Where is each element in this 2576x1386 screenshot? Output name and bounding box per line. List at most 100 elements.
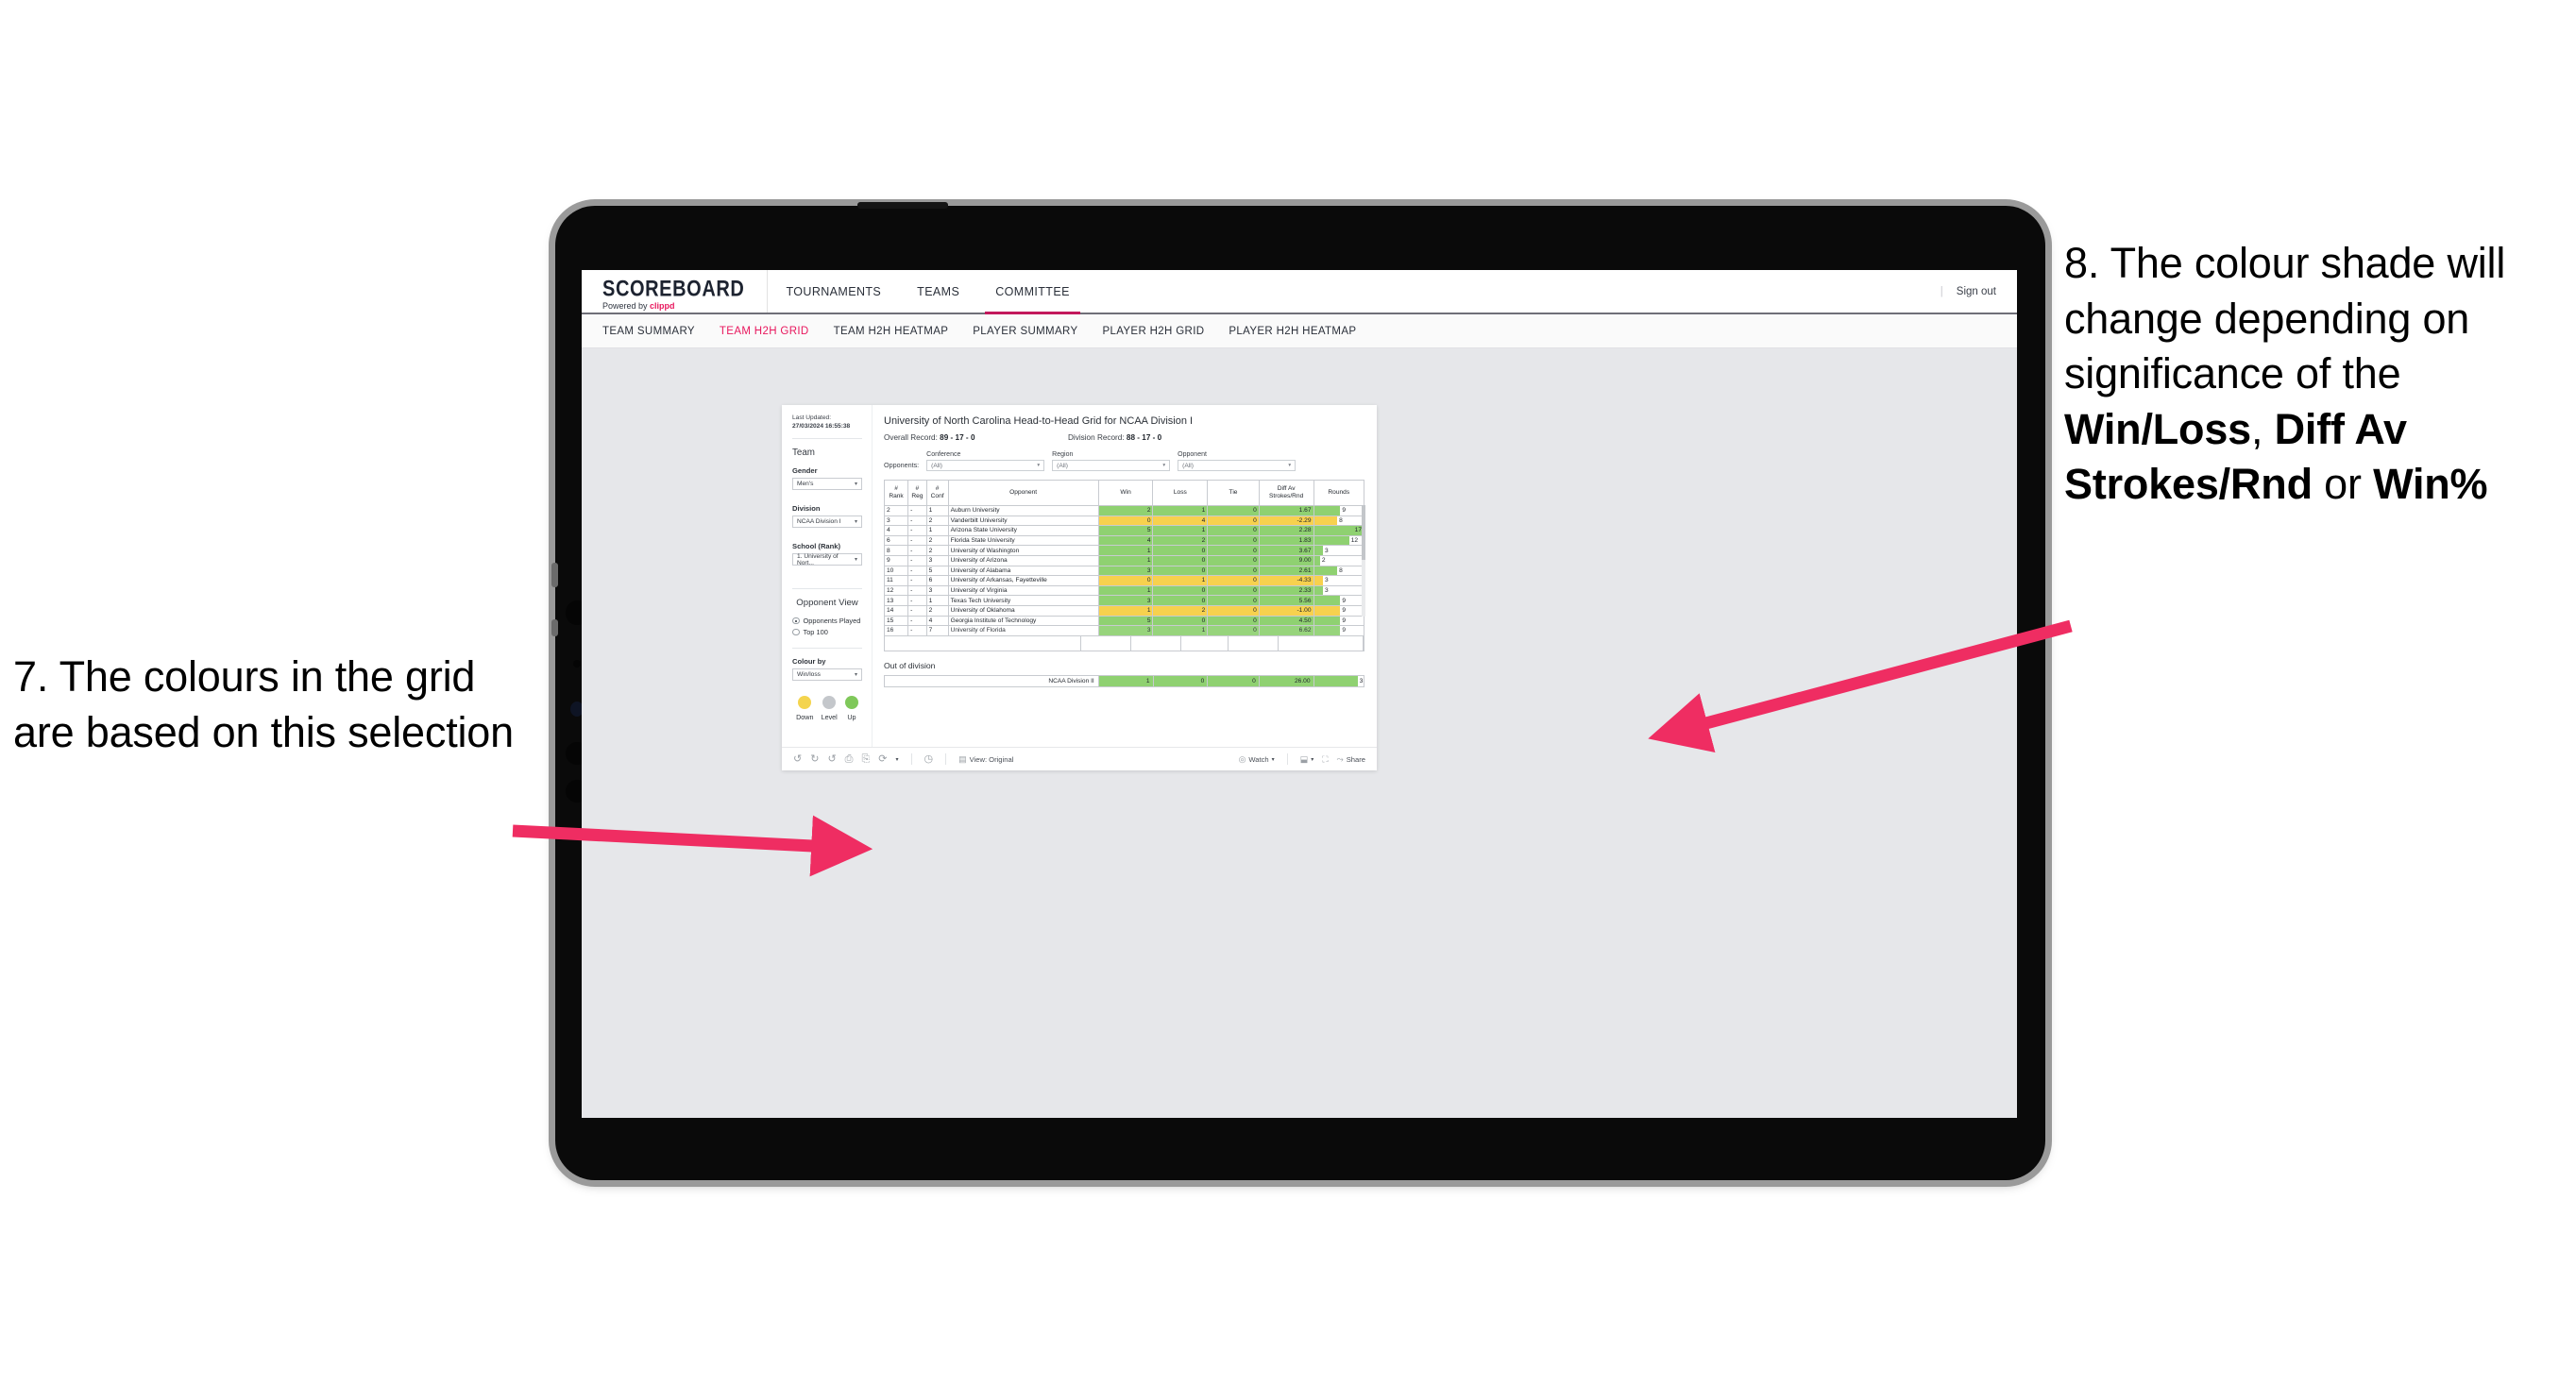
undo-icon[interactable]: ↺ <box>793 753 802 765</box>
table-row[interactable]: 10-5 University of Alabama 3 0 0 2.61 8 <box>883 565 1365 577</box>
col-win[interactable]: Win <box>1097 480 1154 506</box>
subnav-team-h2h-heatmap[interactable]: TEAM H2H HEATMAP <box>834 326 949 337</box>
table-row[interactable]: 11-6 University of Arkansas, Fayetteville… <box>883 575 1365 586</box>
cell-rank: 10 <box>883 565 909 577</box>
brand-sub-pre: Powered by <box>602 300 651 311</box>
table-row[interactable]: 4-1 Arizona State University 5 1 0 2.28 17 <box>883 525 1365 536</box>
col-loss[interactable]: Loss <box>1152 480 1209 506</box>
annotation-8-part-4: or <box>2312 460 2374 508</box>
table-row[interactable]: 9-3 University of Arizona 1 0 0 9.00 2 <box>883 554 1365 566</box>
gender-select[interactable]: Men's ▾ <box>792 478 862 491</box>
subnav-team-h2h-grid[interactable]: TEAM H2H GRID <box>720 326 809 337</box>
school-label: School (Rank) <box>792 542 841 551</box>
revert-icon[interactable]: ↺ <box>827 753 836 765</box>
col-rank[interactable]: # Rank <box>883 480 909 506</box>
col-rounds[interactable]: Rounds <box>1313 480 1365 506</box>
pause-icon[interactable]: ⎘ <box>861 753 870 765</box>
cell-win: 1 <box>1097 584 1154 597</box>
rounds-bar <box>1314 536 1349 545</box>
cell-conf: 2 <box>925 515 949 527</box>
cell-rank: 6 <box>883 534 909 547</box>
view-icon: ▤ <box>958 753 967 764</box>
watch-button[interactable]: ◎ Watch ▾ <box>1239 754 1275 764</box>
col-tie[interactable]: Tie <box>1207 480 1260 506</box>
viz-body: Last Updated: 27/03/2024 16:55:38 Team G… <box>782 405 1377 747</box>
col-reg-l2: Reg <box>911 493 924 499</box>
colour-by-select[interactable]: Win/loss ▾ <box>792 668 862 682</box>
nav-committee[interactable]: COMMITTEE <box>977 270 1088 314</box>
rounds-bar <box>1314 626 1341 635</box>
filter-opponent-label: Opponent <box>1178 451 1207 458</box>
cell-opponent: Auburn University <box>947 505 1099 516</box>
table-row[interactable]: 12-3 University of Virginia 1 0 0 2.33 3 <box>883 584 1365 597</box>
table-row[interactable]: 2-1 Auburn University 2 1 0 1.67 9 <box>883 505 1365 516</box>
col-diff[interactable]: Diff Av Strokes/Rnd <box>1258 480 1314 506</box>
fullscreen-icon[interactable]: ⛶ <box>1322 754 1328 764</box>
filter-region-select[interactable]: (All) ▾ <box>1052 460 1171 471</box>
table-row[interactable]: 15-4 Georgia Institute of Technology 5 0 0 4.… <box>883 615 1365 627</box>
table-row[interactable]: 6-2 Florida State University 4 2 0 1.83 12 <box>883 534 1365 547</box>
h2h-grid-wrapper: # Rank # Reg # Conf Opponent Win Loss Tie D… <box>883 480 1365 636</box>
cell-tie: 0 <box>1207 545 1260 556</box>
loop-icon[interactable]: ⟳ <box>878 753 887 765</box>
colour-by-label: Colour by <box>792 657 826 667</box>
subnav-player-h2h-heatmap[interactable]: PLAYER H2H HEATMAP <box>1229 326 1356 337</box>
filter-conference-select[interactable]: (All) ▾ <box>926 460 1045 471</box>
subnav-player-summary[interactable]: PLAYER SUMMARY <box>973 326 1077 337</box>
col-opponent[interactable]: Opponent <box>947 480 1099 506</box>
rounds-bar <box>1314 616 1341 625</box>
ood-rounds-bar <box>1313 675 1358 686</box>
tablet-left-notch-2 <box>551 619 558 636</box>
view-original-button[interactable]: ▤ View: Original <box>958 753 1013 764</box>
school-select[interactable]: 1. University of Nort... ▾ <box>792 553 862 566</box>
cell-reg: - <box>907 505 927 516</box>
clock-icon[interactable]: ◷ <box>924 753 934 765</box>
col-conf[interactable]: # Conf <box>925 480 949 506</box>
last-updated-label: Last Updated: <box>792 414 832 421</box>
table-row[interactable]: 8-2 University of Washington 1 0 0 3.67 3 <box>883 545 1365 556</box>
grid-scrollbar-thumb[interactable] <box>1362 505 1365 560</box>
table-row[interactable]: 14-2 University of Oklahoma 1 2 0 -1.00 9 <box>883 604 1365 617</box>
rounds-value: 9 <box>1342 597 1346 604</box>
rounds-bar <box>1314 566 1338 575</box>
nav-tournaments[interactable]: TOURNAMENTS <box>768 270 899 313</box>
share-button[interactable]: ⤳ Share <box>1337 754 1365 764</box>
refresh-icon[interactable]: ⎙ <box>845 753 854 765</box>
rounds-bar <box>1314 586 1323 595</box>
cell-conf: 1 <box>925 525 949 536</box>
cell-loss: 0 <box>1152 545 1209 556</box>
brand-logo[interactable]: SCOREBOARD Powered by clippd <box>582 270 769 313</box>
nav-teams[interactable]: TEAMS <box>899 270 977 313</box>
cell-diff: 1.83 <box>1258 534 1314 547</box>
annotation-8-part-2: , <box>2251 404 2275 453</box>
cell-rounds: 9 <box>1313 615 1365 627</box>
download-icon: ⬓ <box>1299 753 1309 764</box>
chevron-down-icon: ▾ <box>1311 756 1314 763</box>
out-of-division-title: Out of division <box>884 660 936 670</box>
col-reg[interactable]: # Reg <box>907 480 927 506</box>
division-select[interactable]: NCAA Division I ▾ <box>792 516 862 529</box>
radio-top-100[interactable]: Top 100 <box>792 628 862 636</box>
table-row[interactable]: 13-1 Texas Tech University 3 0 0 5.56 9 <box>883 595 1365 606</box>
sign-out-area: | Sign out <box>1940 270 2017 313</box>
chevron-down-icon[interactable]: ▾ <box>896 756 899 763</box>
table-row[interactable]: 3-2 Vanderbilt University 0 4 0 -2.29 8 <box>883 515 1365 527</box>
radio-opponents-played[interactable]: Opponents Played <box>792 617 862 625</box>
viz-canvas: Last Updated: 27/03/2024 16:55:38 Team G… <box>582 348 2017 1116</box>
cell-loss: 1 <box>1152 525 1209 536</box>
sign-out-link[interactable]: Sign out <box>1957 286 1996 297</box>
redo-icon[interactable]: ↻ <box>810 753 819 765</box>
table-row[interactable]: 16-7 University of Florida 3 1 0 6.62 9 <box>883 625 1365 636</box>
subnav-team-summary[interactable]: TEAM SUMMARY <box>602 326 695 337</box>
tablet-device-frame: SCOREBOARD Powered by clippd TOURNAMENTS… <box>551 202 2045 1180</box>
subnav-player-h2h-grid[interactable]: PLAYER H2H GRID <box>1102 326 1204 337</box>
cell-rank: 13 <box>883 595 909 606</box>
app-header: SCOREBOARD Powered by clippd TOURNAMENTS… <box>582 270 2017 314</box>
radio-opponents-played-label: Opponents Played <box>803 617 861 626</box>
ood-tie: 0 <box>1207 674 1260 687</box>
filter-opponent-select[interactable]: (All) ▾ <box>1178 460 1296 471</box>
ood-rounds: 3 <box>1313 674 1365 687</box>
grid-scrollbar[interactable] <box>1362 505 1365 617</box>
rounds-value: 9 <box>1342 627 1346 634</box>
download-button[interactable]: ⬓ ▾ <box>1299 753 1314 764</box>
